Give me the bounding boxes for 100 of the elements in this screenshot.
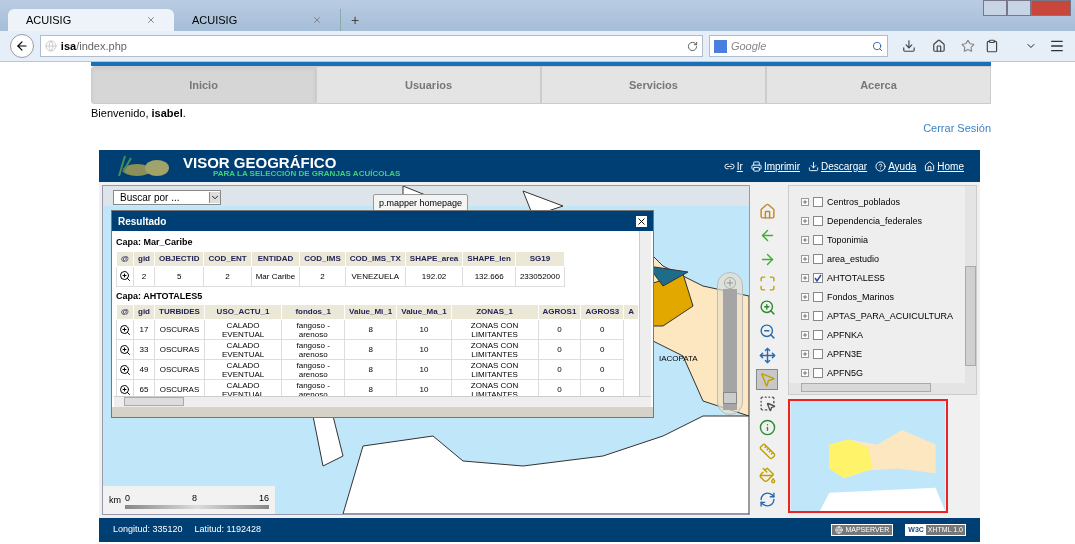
table-cell: 0	[538, 359, 581, 380]
paint-tool-icon	[758, 467, 776, 485]
address-field[interactable]: isa/index.php	[39, 35, 703, 57]
expand-icon[interactable]	[801, 217, 809, 226]
browser-tab[interactable]: ACUISIG	[174, 9, 340, 31]
column-header: ZONAS_1	[451, 304, 539, 320]
layer-checkbox[interactable]	[813, 273, 823, 284]
browser-tab[interactable]: ACUISIG	[8, 9, 174, 31]
zoom-to-feature-icon[interactable]	[119, 323, 131, 336]
column-header: Value_Ma_1	[396, 304, 452, 320]
zoomout-tool-icon	[758, 323, 776, 341]
zoom-to-feature-icon[interactable]	[119, 383, 131, 396]
layer-checkbox[interactable]	[813, 349, 823, 360]
zoom-slider-thumb[interactable]	[723, 392, 737, 405]
layer-name: area_estudio	[827, 252, 880, 266]
expand-icon[interactable]	[801, 198, 809, 207]
vertical-scrollbar[interactable]	[639, 231, 651, 397]
layer-checkbox[interactable]	[813, 254, 823, 265]
nav-tab[interactable]: Usuarios	[316, 66, 541, 104]
layer-heading: Capa: AHTOTALES5	[116, 289, 204, 303]
table-cell: OSCURAS	[154, 339, 205, 360]
expand-icon[interactable]	[801, 369, 809, 378]
download-icon[interactable]	[901, 39, 916, 53]
layer-checkbox[interactable]	[813, 330, 823, 341]
layer-checkbox[interactable]	[813, 197, 823, 208]
table-cell: 2	[203, 266, 252, 287]
header-link[interactable]: Descargar	[808, 158, 868, 174]
back-button[interactable]	[10, 34, 34, 58]
map-tool-button[interactable]	[756, 369, 778, 391]
expand-icon[interactable]	[801, 331, 809, 340]
home-tool-icon	[758, 203, 776, 221]
column-header: fondos_1	[281, 304, 345, 320]
zoom-to-feature-icon[interactable]	[119, 363, 131, 376]
globe-icon	[44, 40, 57, 52]
measure-tool-icon	[758, 443, 776, 461]
nav-tab[interactable]: Servicios	[541, 66, 766, 104]
table-cell: CALADO EVENTUAL	[204, 359, 282, 380]
search-select[interactable]: Buscar por ...	[113, 190, 221, 206]
expand-icon[interactable]	[801, 312, 809, 321]
welcome-text: Bienvenido, isabel.	[91, 106, 186, 121]
expand-icon[interactable]	[801, 293, 809, 302]
help-icon	[875, 160, 887, 172]
layer-checkbox[interactable]	[813, 292, 823, 303]
home-icon[interactable]	[931, 39, 946, 53]
zoomin-tool-icon	[758, 299, 776, 317]
viewer-subtitle: PARA LA SELECCIÓN DE GRANJAS ACUÍCOLAS	[213, 169, 401, 178]
zoom-to-feature-icon[interactable]	[119, 270, 131, 283]
column-header: SHAPE_area	[405, 251, 463, 267]
layer-checkbox[interactable]	[813, 311, 823, 322]
globe-icon	[835, 526, 844, 535]
search-input[interactable]: Google	[730, 37, 868, 55]
layer-checkbox[interactable]	[813, 235, 823, 246]
expand-icon[interactable]	[801, 236, 809, 245]
bookmark-star-icon[interactable]	[961, 39, 976, 53]
header-link[interactable]: Home	[924, 158, 964, 174]
horizontal-scrollbar[interactable]	[114, 396, 651, 408]
table-cell: 192.02	[405, 266, 463, 287]
layer-name: Fondos_Marinos	[827, 290, 895, 304]
search-icon[interactable]	[871, 40, 883, 52]
close-icon[interactable]	[636, 215, 647, 227]
column-header: gid	[133, 304, 155, 320]
zoom-to-feature-icon[interactable]	[119, 343, 131, 356]
column-header: @	[116, 304, 134, 320]
table-cell: 2	[133, 266, 155, 287]
zoom-slider[interactable]	[717, 272, 743, 416]
search-field[interactable]: Google	[708, 35, 888, 57]
dropdown-icon[interactable]	[209, 192, 220, 204]
nav-tab[interactable]: Acerca	[766, 66, 991, 104]
extent-tool-icon	[758, 275, 776, 293]
layer-checkbox[interactable]	[813, 368, 823, 379]
table-cell: CALADO EVENTUAL	[204, 319, 282, 340]
expand-icon[interactable]	[801, 350, 809, 359]
table-cell: CALADO EVENTUAL	[204, 339, 282, 360]
download-icon	[808, 160, 819, 172]
reload-icon[interactable]	[686, 40, 698, 52]
horizontal-scrollbar[interactable]	[789, 383, 976, 395]
table-cell: 5	[154, 266, 204, 287]
home-icon	[924, 160, 936, 172]
column-header: USO_ACTU_1	[204, 304, 282, 320]
menu-icon[interactable]	[1049, 38, 1065, 54]
select-tool-icon	[758, 395, 776, 413]
expand-icon[interactable]	[801, 274, 809, 283]
table-cell: Mar Caribe	[251, 266, 300, 287]
header-link[interactable]: Ir	[723, 158, 743, 174]
vertical-scrollbar[interactable]	[965, 186, 976, 384]
identify-tool-icon	[758, 371, 776, 389]
layer-name: APTAS_PARA_ACUICULTURA	[827, 309, 954, 323]
column-header: COD_IMS_TX	[345, 251, 406, 267]
column-header: @	[116, 251, 134, 267]
expand-icon[interactable]	[801, 255, 809, 264]
table-cell: 49	[133, 359, 155, 380]
header-link[interactable]: Ayuda	[875, 158, 917, 174]
table-cell: ZONAS CON LIMITANTES	[451, 339, 539, 360]
layer-checkbox[interactable]	[813, 216, 823, 227]
table-cell: VENEZUELA	[345, 266, 406, 287]
clipboard-icon[interactable]	[985, 39, 1000, 53]
layer-name: APFN5G	[827, 366, 863, 380]
map-label: IACOPATA	[659, 353, 698, 366]
header-link[interactable]: Imprimir	[750, 158, 800, 174]
logout-link[interactable]: Cerrar Sesión	[923, 120, 991, 137]
